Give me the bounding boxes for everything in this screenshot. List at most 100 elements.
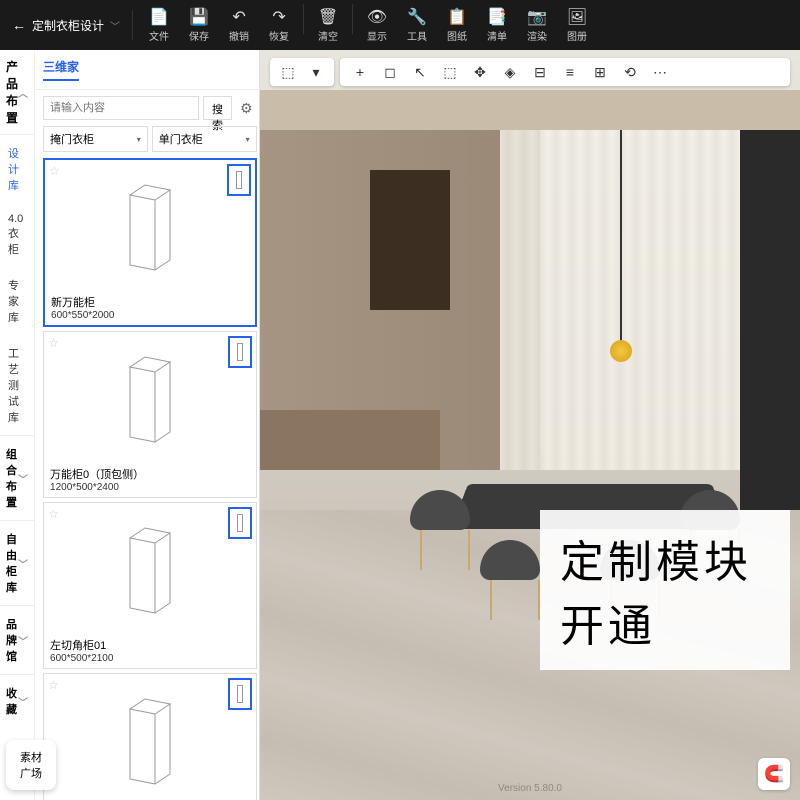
dropdown-category1[interactable]: 掩门衣柜 ▾ — [43, 126, 148, 152]
nav-group-label: 品牌馆 — [6, 616, 18, 664]
ruler-icon[interactable]: ⊟ — [530, 62, 550, 82]
add-icon[interactable]: + — [350, 62, 370, 82]
top-tool-工具[interactable]: 🔧工具 — [401, 4, 433, 47]
overlay-banner: 定制模块开通 — [540, 510, 790, 670]
nav-item[interactable]: 4.0衣柜 — [0, 203, 34, 267]
tab-sanweijia[interactable]: 三维家 — [43, 58, 79, 81]
cabinet-item[interactable]: ☆ 左切角柜01 600*500*2100 — [43, 502, 257, 669]
align-icon[interactable]: ≡ — [560, 62, 580, 82]
top-tool-显示[interactable]: 👁显示 — [361, 4, 393, 47]
tool-icon: 🔧 — [408, 8, 426, 26]
item-name: 万能柜0（顶包侧） — [44, 462, 256, 482]
nav-group[interactable]: 品牌馆﹀ — [0, 605, 34, 674]
link-icon[interactable]: ⟲ — [620, 62, 640, 82]
move-icon[interactable]: ✥ — [470, 62, 490, 82]
select-icon[interactable]: ⬚ — [440, 62, 460, 82]
top-tool-图纸[interactable]: 📋图纸 — [441, 4, 473, 47]
chevron-down-icon: ﹀ — [18, 694, 28, 709]
paint-icon[interactable]: ◈ — [500, 62, 520, 82]
nav-group-label: 自由柜库 — [6, 531, 18, 595]
tool-label: 保存 — [189, 28, 209, 43]
cabinet-item[interactable]: ☆ 新万能柜 600*550*2000 — [43, 158, 257, 327]
search-row: 搜索 ⚙ — [35, 90, 265, 126]
tool-icon: 💾 — [190, 8, 208, 26]
material-plaza-button[interactable]: 素材广场 — [6, 740, 56, 790]
filter-icon[interactable]: ⚙ — [236, 100, 257, 117]
chevron-up-icon: ︿ — [18, 85, 28, 100]
ceiling — [260, 90, 800, 130]
cabinet-item[interactable]: ☆ 万能柜0（顶包侧） 1200*500*2400 — [43, 331, 257, 498]
tool-icon: 📑 — [488, 8, 506, 26]
item-thumbnail: ☆ — [45, 160, 255, 290]
app-title: 定制衣柜设计 — [32, 17, 104, 34]
title-area: ← 定制衣柜设计 ﹀ — [0, 17, 132, 34]
variant-selector[interactable] — [228, 507, 252, 539]
dropdown2-label: 单门衣柜 — [159, 131, 203, 147]
more-icon[interactable]: ⋯ — [650, 62, 670, 82]
favorite-icon[interactable]: ☆ — [48, 507, 59, 521]
magnet-button[interactable]: 🧲 — [758, 758, 790, 790]
item-dimensions: 600*500*2100 — [44, 653, 256, 668]
back-arrow-icon[interactable]: ← — [12, 17, 26, 33]
nav-group[interactable]: 组合布置﹀ — [0, 435, 34, 520]
tool-icon: 📋 — [448, 8, 466, 26]
tool-label: 清单 — [487, 28, 507, 43]
cube-icon[interactable]: ⬚ — [278, 62, 298, 82]
cursor-icon[interactable]: ↖ — [410, 62, 430, 82]
nav-group[interactable]: 收藏﹀ — [0, 674, 34, 727]
top-tool-图册[interactable]: 🖼图册 — [561, 4, 593, 47]
tool-icon: 🖼 — [568, 8, 586, 26]
tool-label: 撤销 — [229, 28, 249, 43]
top-tool-文件[interactable]: 📄 文件 — [143, 4, 175, 47]
viewport-3d[interactable]: ⬚ ▾ + ◻ ↖ ⬚ ✥ ◈ ⊟ ≡ ⊞ ⟲ ⋯ — [260, 50, 800, 800]
favorite-icon[interactable]: ☆ — [48, 678, 59, 692]
search-button[interactable]: 搜索 — [203, 96, 232, 120]
nav-group-label: 组合布置 — [6, 446, 18, 510]
item-thumbnail: ☆ — [44, 332, 256, 462]
grid-icon[interactable]: ⊞ — [590, 62, 610, 82]
chevron-down-icon[interactable]: ▾ — [306, 62, 326, 82]
chevron-down-icon: ▾ — [137, 135, 141, 144]
nav-item[interactable]: 专家库 — [0, 267, 34, 335]
cabinet-item[interactable]: ☆ — [43, 673, 257, 800]
tool-icon: 🗑 — [319, 8, 337, 26]
nav-group-label: 收藏 — [6, 685, 18, 717]
chevron-down-icon[interactable]: ﹀ — [110, 18, 120, 33]
favorite-icon[interactable]: ☆ — [48, 336, 59, 350]
top-tool-渲染[interactable]: 📷渲染 — [521, 4, 553, 47]
scene-render — [260, 90, 800, 800]
counter — [260, 410, 440, 470]
content-column: 三维家 搜索 ⚙ 掩门衣柜 ▾ 单门衣柜 ▾ ☆ — [35, 50, 265, 800]
top-tool-保存[interactable]: 💾 保存 — [183, 4, 215, 47]
dropdown-category2[interactable]: 单门衣柜 ▾ — [152, 126, 257, 152]
item-list[interactable]: ☆ 新万能柜 600*550*2000 ☆ 万能柜0（顶包侧） 1200*500… — [35, 158, 265, 800]
tool-label: 文件 — [149, 28, 169, 43]
chevron-down-icon: ▾ — [246, 135, 250, 144]
nav-item[interactable]: 工艺测试库 — [0, 335, 34, 435]
favorite-icon[interactable]: ☆ — [49, 164, 60, 178]
top-tool-清空[interactable]: 🗑清空 — [312, 4, 344, 47]
variant-selector[interactable] — [228, 678, 252, 710]
variant-selector[interactable] — [228, 336, 252, 368]
cabinet-icon — [120, 518, 180, 618]
variant-selector[interactable] — [227, 164, 251, 196]
viewport-toolbar-left: ⬚ ▾ — [270, 58, 334, 86]
tab-row: 三维家 — [35, 50, 265, 90]
top-tools-group: 📄 文件 💾 保存 ↶撤销↷恢复 🗑清空 👁显示🔧工具📋图纸 📑 清单 📷渲染🖼图册 — [133, 4, 603, 47]
search-input[interactable] — [43, 96, 199, 120]
nav-item[interactable]: 设计库 — [0, 135, 34, 203]
chevron-down-icon: ﹀ — [18, 556, 28, 571]
left-panel: 产品布置 ︿ 设计库4.0衣柜专家库工艺测试库 组合布置﹀自由柜库﹀品牌馆﹀收藏… — [0, 50, 260, 800]
nav-group[interactable]: 自由柜库﹀ — [0, 520, 34, 605]
tool-icon: 📄 — [150, 8, 168, 26]
tool-icon: 📷 — [528, 8, 546, 26]
nav-header-label: 产品布置 — [6, 58, 18, 126]
box-icon[interactable]: ◻ — [380, 62, 400, 82]
tool-icon: ↷ — [270, 8, 288, 26]
nav-header[interactable]: 产品布置 ︿ — [0, 50, 34, 135]
top-tool-恢复[interactable]: ↷恢复 — [263, 4, 295, 47]
top-tool-撤销[interactable]: ↶撤销 — [223, 4, 255, 47]
top-tool-清单[interactable]: 📑 清单 — [481, 4, 513, 47]
cabinet-icon — [120, 347, 180, 447]
chevron-down-icon: ﹀ — [18, 633, 28, 648]
